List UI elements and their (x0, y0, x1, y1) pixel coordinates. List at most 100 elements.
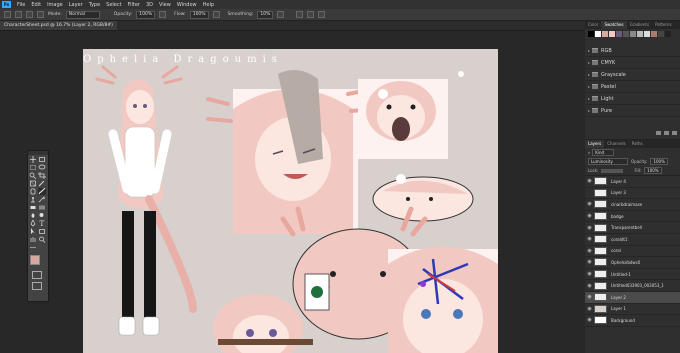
menu-layer[interactable]: Layer (66, 2, 86, 8)
layer-fill-field[interactable]: 100% (644, 167, 662, 174)
dodge-tool-icon[interactable] (38, 212, 46, 219)
layer-opacity-field[interactable]: 100% (650, 158, 668, 165)
menu-filter[interactable]: Filter (125, 2, 143, 8)
eye-icon[interactable]: ◉ (585, 236, 594, 242)
swatch[interactable] (588, 31, 594, 37)
swatch-folder[interactable]: ▸ CMYK (585, 57, 680, 69)
tab-swatches[interactable]: Swatches (601, 21, 627, 29)
foreground-color-swatch[interactable] (30, 255, 40, 265)
rectangle-tool-icon[interactable] (38, 228, 46, 235)
swatch-folder[interactable]: ▸ Pastel (585, 81, 680, 93)
eraser-tool-icon[interactable] (29, 204, 37, 211)
swatch[interactable] (609, 31, 615, 37)
swatch-folder[interactable]: ▸ Light (585, 93, 680, 105)
hand-tool-icon[interactable] (29, 236, 37, 243)
quick-select-tool-icon[interactable] (29, 172, 37, 180)
brush-preset-picker[interactable] (26, 11, 33, 18)
eye-icon[interactable]: ◉ (585, 271, 594, 277)
type-tool-icon[interactable]: T (38, 220, 46, 228)
smoothing-field[interactable]: 10% (257, 10, 274, 19)
tab-color[interactable]: Color (585, 21, 601, 29)
layer-row[interactable]: ◉ Layer 1 (585, 304, 680, 316)
blur-tool-icon[interactable] (29, 212, 37, 219)
layer-row[interactable]: ◉ Transparentbell (585, 222, 680, 234)
healing-brush-tool-icon[interactable] (29, 188, 37, 195)
home-icon[interactable] (4, 11, 11, 18)
layer-row[interactable]: ◉ coraldt1 (585, 234, 680, 246)
swatch-folder[interactable]: ▸ RGB (585, 45, 680, 57)
pressure-opacity-icon[interactable] (159, 11, 167, 18)
new-group-icon[interactable] (656, 131, 661, 135)
eye-icon[interactable]: ◉ (585, 306, 594, 312)
airbrush-icon[interactable] (212, 11, 220, 18)
tab-patterns[interactable]: Patterns (652, 21, 674, 29)
eye-icon[interactable]: ◉ (585, 283, 594, 289)
history-brush-tool-icon[interactable] (38, 196, 46, 203)
smoothing-options-icon[interactable] (277, 11, 285, 18)
eye-icon[interactable]: ◉ (585, 259, 594, 265)
layer-row[interactable]: ◉ cinarbdraimase (585, 199, 680, 211)
lock-icons[interactable] (601, 168, 624, 173)
swatch-folder[interactable]: ▸ Pure (585, 105, 680, 117)
filter-kind-select[interactable]: Kind (592, 149, 615, 156)
layer-row[interactable]: ◉ coral (585, 246, 680, 258)
menu-type[interactable]: Type (86, 2, 103, 8)
swatch-folder[interactable]: ▸ Grayscale (585, 69, 680, 81)
layer-row[interactable]: ◉ Layer 4 (585, 176, 680, 188)
tab-channels[interactable]: Channels (604, 140, 629, 148)
menu-window[interactable]: Window (174, 2, 200, 8)
tools-panel-header[interactable] (28, 151, 48, 155)
eyedropper-tool-icon[interactable] (38, 180, 46, 187)
flow-field[interactable]: 100% (189, 10, 209, 19)
swatch[interactable] (658, 31, 664, 37)
menu-file[interactable]: File (14, 2, 28, 8)
layer-row[interactable]: ◉ badge (585, 211, 680, 223)
eye-icon[interactable]: ◉ (585, 248, 594, 254)
eye-icon[interactable]: ◉ (585, 317, 594, 323)
pen-tool-icon[interactable] (29, 219, 37, 227)
move-tool-icon[interactable] (29, 156, 37, 163)
tab-gradients[interactable]: Gradients (627, 21, 653, 29)
menu-help[interactable]: Help (200, 2, 217, 8)
pressure-size-icon[interactable] (307, 11, 315, 18)
menu-select[interactable]: Select (103, 2, 124, 8)
layer-row-selected[interactable]: ◉ Layer 2 (585, 291, 680, 304)
swatch[interactable] (651, 31, 657, 37)
menu-3d[interactable]: 3D (143, 2, 156, 8)
swatch[interactable] (595, 31, 601, 37)
angle-icon[interactable] (296, 11, 304, 18)
artboard-tool-icon[interactable] (38, 156, 46, 163)
swatch[interactable] (623, 31, 629, 37)
layer-row[interactable]: ◉ Background (585, 315, 680, 327)
eye-icon[interactable]: ◉ (585, 213, 594, 219)
document-tab[interactable]: CharacterSheet.psd @ 16.7% (Layer 2, RGB… (0, 21, 117, 30)
swatch[interactable] (602, 31, 608, 37)
trash-icon[interactable] (672, 131, 677, 135)
quick-mask-icon[interactable] (32, 271, 42, 279)
opacity-field[interactable]: 100% (136, 10, 156, 19)
swatch[interactable] (616, 31, 622, 37)
lasso-tool-icon[interactable] (38, 164, 46, 171)
layer-row[interactable]: Layer 3 (585, 188, 680, 200)
swatch[interactable] (665, 31, 671, 37)
eye-icon[interactable]: ◉ (585, 201, 594, 207)
swatch[interactable] (644, 31, 650, 37)
layer-row[interactable]: ◉ Untitled-1 (585, 269, 680, 281)
document-canvas[interactable]: Ophelia Dragoumis (83, 49, 498, 353)
swatch[interactable] (637, 31, 643, 37)
swatch[interactable] (630, 31, 636, 37)
gradient-tool-icon[interactable] (38, 204, 46, 211)
blend-mode-select[interactable]: Luminosity (588, 158, 628, 165)
screen-mode-icon[interactable] (32, 282, 42, 290)
zoom-tool-icon[interactable] (38, 236, 46, 243)
brush-tool-icon[interactable] (15, 11, 22, 18)
symmetry-icon[interactable] (318, 11, 326, 18)
path-selection-tool-icon[interactable] (29, 228, 37, 235)
eye-icon[interactable]: ◉ (585, 294, 594, 300)
eye-icon[interactable]: ◉ (585, 178, 594, 184)
menu-image[interactable]: Image (44, 2, 66, 8)
more-tools-icon[interactable] (29, 244, 37, 251)
crop-tool-icon[interactable] (38, 172, 46, 179)
tab-paths[interactable]: Paths (629, 140, 646, 148)
marquee-tool-icon[interactable] (29, 164, 37, 171)
